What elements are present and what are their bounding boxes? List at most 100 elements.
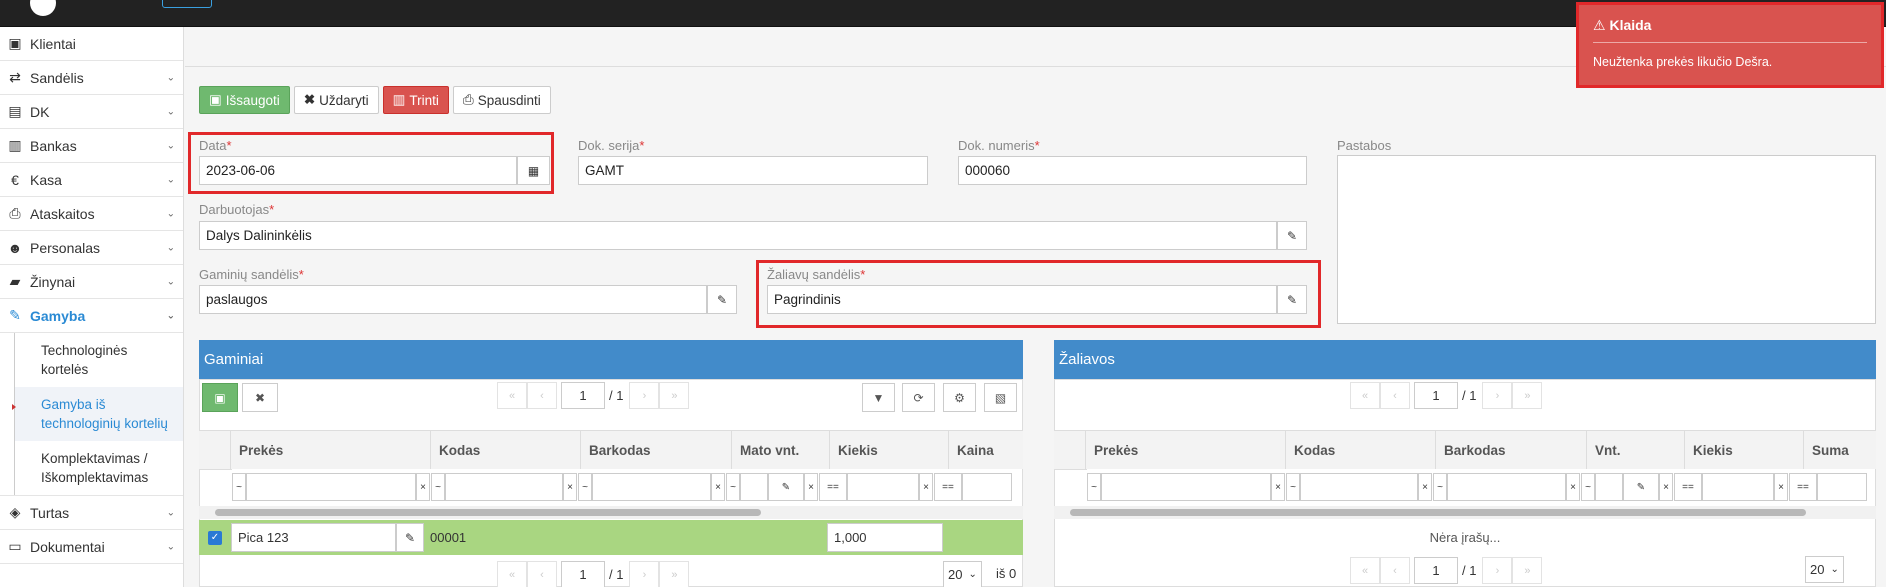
- calendar-icon[interactable]: ▦: [517, 156, 550, 185]
- filter-operator[interactable]: ~: [726, 473, 740, 501]
- filter-input[interactable]: [445, 473, 563, 501]
- filter-operator[interactable]: ~: [431, 473, 445, 501]
- column-header[interactable]: Kaina: [949, 431, 1023, 469]
- column-header[interactable]: Suma: [1804, 431, 1876, 469]
- products-warehouse-input[interactable]: paslaugos: [199, 285, 707, 314]
- filter-input[interactable]: [1447, 473, 1566, 501]
- column-header[interactable]: Vnt.: [1587, 431, 1685, 469]
- print-button[interactable]: ⎙ Spausdinti: [452, 86, 551, 114]
- filter-operator[interactable]: ~: [578, 473, 592, 501]
- pencil-icon[interactable]: ✎: [768, 473, 804, 501]
- filter-operator[interactable]: ==: [1789, 473, 1817, 501]
- clear-filter-icon[interactable]: ×: [804, 473, 818, 501]
- last-page-button[interactable]: »: [1512, 382, 1543, 409]
- page-input[interactable]: 1: [561, 561, 605, 587]
- cancel-row-button[interactable]: ✖: [242, 383, 278, 412]
- number-input[interactable]: 000060: [958, 156, 1307, 185]
- clear-filter-icon[interactable]: ×: [1271, 473, 1285, 501]
- filter-input[interactable]: [847, 473, 919, 501]
- column-header[interactable]: Kiekis: [1685, 431, 1804, 469]
- first-page-button[interactable]: «: [497, 382, 527, 409]
- pencil-icon[interactable]: ✎: [1277, 221, 1307, 250]
- row-checkbox[interactable]: ✓: [208, 530, 222, 545]
- horizontal-scrollbar[interactable]: [1054, 506, 1876, 519]
- filter-icon[interactable]: ▼: [862, 383, 895, 412]
- column-header[interactable]: Mato vnt.: [732, 431, 830, 469]
- notes-textarea[interactable]: [1337, 155, 1876, 324]
- next-page-button[interactable]: ›: [1482, 557, 1513, 584]
- pencil-icon[interactable]: ✎: [1623, 473, 1659, 501]
- last-page-button[interactable]: »: [659, 561, 690, 587]
- next-page-button[interactable]: ›: [629, 561, 660, 587]
- sidebar-subitem-technologines-korteles[interactable]: Technologinės kortelės: [14, 333, 183, 387]
- save-row-button[interactable]: ▣: [202, 383, 238, 412]
- sidebar-item-turtas[interactable]: ◈ Turtas ⌄: [0, 496, 183, 530]
- sidebar-item-bankas[interactable]: ▥ Bankas ⌄: [0, 129, 183, 163]
- clear-filter-icon[interactable]: ×: [563, 473, 577, 501]
- close-button[interactable]: ✖ Uždaryti: [293, 86, 379, 114]
- page-size-select[interactable]: 20 ⌄: [943, 561, 982, 587]
- first-page-button[interactable]: «: [1350, 557, 1380, 584]
- clear-filter-icon[interactable]: ×: [1774, 473, 1788, 501]
- pencil-icon[interactable]: ✎: [707, 285, 737, 314]
- clear-filter-icon[interactable]: ×: [711, 473, 725, 501]
- sidebar-item-zinynai[interactable]: ▰ Žinynai ⌄: [0, 265, 183, 299]
- filter-operator[interactable]: ~: [1087, 473, 1101, 501]
- filter-input[interactable]: [1702, 473, 1774, 501]
- page-input[interactable]: 1: [1414, 382, 1458, 409]
- quantity-cell-input[interactable]: 1,000: [827, 523, 943, 552]
- clear-filter-icon[interactable]: ×: [1566, 473, 1580, 501]
- filter-operator[interactable]: ==: [819, 473, 847, 501]
- column-header[interactable]: Prekės: [231, 431, 431, 469]
- sidebar-item-sandelis[interactable]: ⇄ Sandėlis ⌄: [0, 61, 183, 95]
- first-page-button[interactable]: «: [497, 561, 527, 587]
- filter-operator[interactable]: ~: [232, 473, 246, 501]
- filter-input[interactable]: [740, 473, 768, 501]
- pencil-icon[interactable]: ✎: [1277, 285, 1307, 314]
- gear-icon[interactable]: ⚙: [943, 383, 976, 412]
- table-row[interactable]: ✓ Pica 123 ✎ 00001 1,000: [199, 520, 1023, 555]
- excel-icon[interactable]: ▧: [984, 383, 1017, 412]
- sidebar-subitem-gamyba-is-korteliu[interactable]: Gamyba iš technologinių kortelių: [12, 387, 183, 441]
- clear-filter-icon[interactable]: ×: [919, 473, 933, 501]
- sidebar-item-kasa[interactable]: € Kasa ⌄: [0, 163, 183, 197]
- next-page-button[interactable]: ›: [629, 382, 660, 409]
- filter-operator[interactable]: ~: [1433, 473, 1447, 501]
- sidebar-item-ataskaitos[interactable]: ⎙ Ataskaitos ⌄: [0, 197, 183, 231]
- horizontal-scrollbar[interactable]: [199, 506, 1023, 519]
- column-header[interactable]: Kodas: [431, 431, 581, 469]
- filter-operator[interactable]: ==: [1674, 473, 1702, 501]
- next-page-button[interactable]: ›: [1482, 382, 1513, 409]
- series-input[interactable]: GAMT: [578, 156, 928, 185]
- last-page-button[interactable]: »: [659, 382, 690, 409]
- filter-operator[interactable]: ~: [1581, 473, 1595, 501]
- page-input[interactable]: 1: [561, 382, 605, 409]
- sidebar-item-klientai[interactable]: ▣ Klientai: [0, 27, 183, 61]
- column-header[interactable]: Kiekis: [830, 431, 949, 469]
- filter-input[interactable]: [1817, 473, 1867, 501]
- filter-operator[interactable]: ~: [1286, 473, 1300, 501]
- page-input[interactable]: 1: [1414, 557, 1458, 584]
- filter-operator[interactable]: ==: [934, 473, 962, 501]
- sidebar-item-gamyba[interactable]: ✎ Gamyba ⌄: [0, 299, 183, 333]
- scrollbar-thumb[interactable]: [215, 509, 761, 516]
- sidebar-item-personalas[interactable]: ☻ Personalas ⌄: [0, 231, 183, 265]
- last-page-button[interactable]: »: [1512, 557, 1543, 584]
- error-toast[interactable]: ⚠ Klaida Neužtenka prekės likučio Dešra.: [1576, 2, 1884, 88]
- scrollbar-thumb[interactable]: [1070, 509, 1806, 516]
- filter-input[interactable]: [962, 473, 1012, 501]
- pencil-icon[interactable]: ✎: [396, 523, 424, 552]
- column-header[interactable]: Kodas: [1286, 431, 1436, 469]
- sidebar-item-dokumentai[interactable]: ▭ Dokumentai ⌄: [0, 530, 183, 564]
- column-header[interactable]: Barkodas: [1436, 431, 1587, 469]
- prev-page-button[interactable]: ‹: [1380, 382, 1410, 409]
- raw-warehouse-input[interactable]: Pagrindinis: [767, 285, 1277, 314]
- sidebar-item-dk[interactable]: ▤ DK ⌄: [0, 95, 183, 129]
- refresh-icon[interactable]: ⟳: [902, 383, 935, 412]
- first-page-button[interactable]: «: [1350, 382, 1380, 409]
- filter-input[interactable]: [1101, 473, 1271, 501]
- delete-button[interactable]: ▥ Trinti: [382, 86, 449, 114]
- date-input[interactable]: 2023-06-06: [199, 156, 517, 185]
- product-cell-input[interactable]: Pica 123: [231, 523, 396, 552]
- prev-page-button[interactable]: ‹: [527, 561, 557, 587]
